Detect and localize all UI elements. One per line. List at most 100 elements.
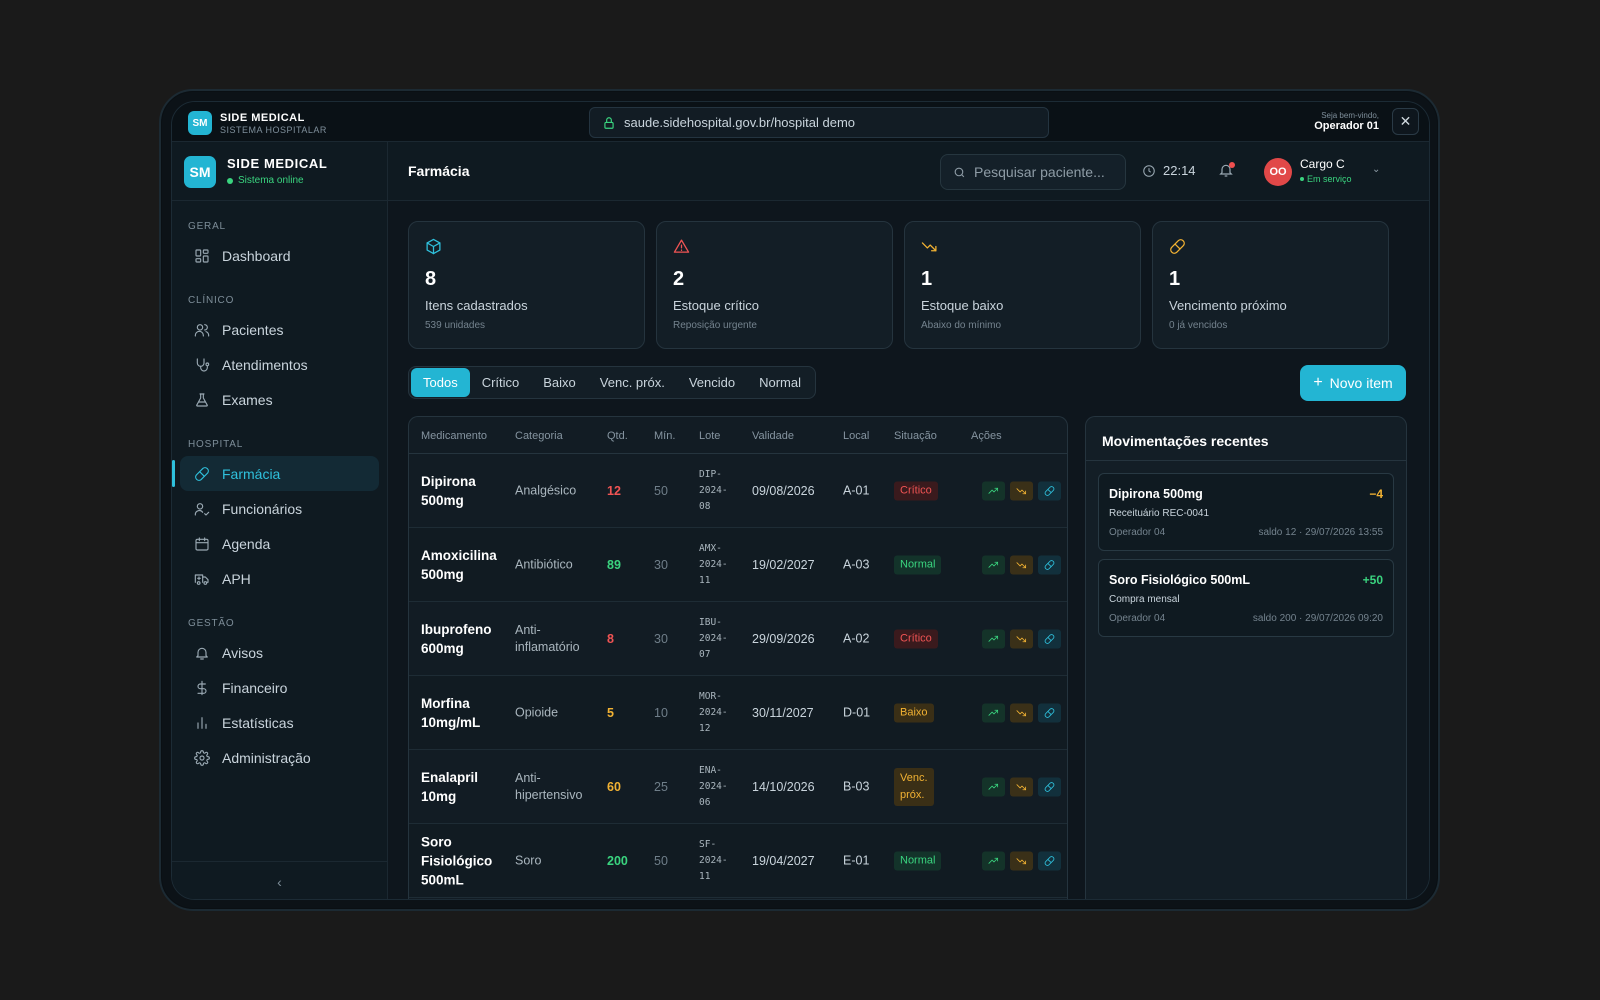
sidebar-item-funcionarios[interactable]: Funcionários [180,491,379,526]
user-menu[interactable]: Cargo C Em serviço [1300,157,1352,184]
location: A-03 [843,557,870,571]
stock-out-button[interactable] [1010,777,1033,796]
sidebar-item-avisos[interactable]: Avisos [180,635,379,670]
minimum: 10 [654,705,668,720]
status-badge: Normal [894,555,942,574]
sidebar-item-estatisticas[interactable]: Estatísticas [180,705,379,740]
avatar[interactable]: OO [1264,158,1292,186]
column-header[interactable]: Qtd. [607,430,628,442]
table-row[interactable]: Amoxicilina 500mg Antibiótico 89 30 AMX-2024… [409,528,1067,602]
trending-down-icon [1016,783,1027,790]
sidebar-item-atendimentos[interactable]: Atendimentos [180,347,379,382]
stock-in-button[interactable] [982,481,1005,500]
minimum: 50 [654,483,668,498]
window-brand-sub: SISTEMA HOSPITALAR [220,125,327,135]
location: D-01 [843,705,871,719]
trending-down-icon [1016,857,1027,864]
trending-down-icon [1016,561,1027,568]
lot: IBU-2024-07 [699,616,728,660]
sidebar-item-farmacia[interactable]: Farmácia [172,456,379,491]
trending-down-icon [1016,709,1027,716]
column-header[interactable]: Validade [752,430,794,442]
stock-out-button[interactable] [1010,481,1033,500]
search-placeholder: Pesquisar paciente... [974,164,1105,180]
screen: SM SIDE MEDICAL SISTEMA HOSPITALAR saude… [171,101,1430,900]
lot: SF-2024-11 [699,838,728,882]
movement-qty: +50 [1362,573,1383,587]
tab-venc-prox[interactable]: Venc. próx. [588,368,677,397]
chevron-down-icon[interactable]: ⌄ [1372,164,1380,175]
dispense-button[interactable] [1038,629,1061,648]
column-header[interactable]: Local [843,430,869,442]
column-header[interactable]: Situação [894,430,937,442]
quantity: 5 [607,705,614,720]
dispense-button[interactable] [1038,481,1061,500]
new-item-label: Novo item [1329,375,1393,391]
tab-todos[interactable]: Todos [411,368,470,397]
column-header[interactable]: Mín. [654,430,675,442]
sidebar-item-dashboard[interactable]: Dashboard [180,238,379,273]
search-input[interactable]: Pesquisar paciente... [940,154,1126,190]
sidebar-item-label: Dashboard [222,247,291,264]
movement-item[interactable]: Soro Fisiológico 500mL +50 Compra mensal Op… [1098,559,1394,637]
stock-in-button[interactable] [982,555,1005,574]
clock: 22:14 [1142,163,1196,178]
new-item-button[interactable]: + Novo item [1300,365,1406,401]
stock-out-button[interactable] [1010,629,1033,648]
row-actions [982,851,1066,870]
status-badge: Crítico [894,481,938,500]
stock-in-button[interactable] [982,703,1005,722]
sidebar-item-agenda[interactable]: Agenda [180,526,379,561]
expiry-date: 19/04/2027 [752,853,815,868]
stock-out-button[interactable] [1010,703,1033,722]
stat-card-critico: 2 Estoque crítico Reposição urgente [656,221,893,349]
movements-title: Movimentações recentes [1102,433,1269,449]
movement-item[interactable]: Dipirona 500mg −4 Receituário REC-0041 Oper… [1098,473,1394,551]
column-header[interactable]: Medicamento [421,430,487,442]
stock-in-button[interactable] [982,851,1005,870]
sidebar-item-administracao[interactable]: Administração [180,740,379,775]
sidebar-item-pacientes[interactable]: Pacientes [180,312,379,347]
dispense-button[interactable] [1038,703,1061,722]
column-header[interactable]: Categoria [515,430,563,442]
tab-baixo[interactable]: Baixo [531,368,588,397]
table-row[interactable]: Soro Fisiológico 500mL Soro 200 50 SF-2024-1… [409,824,1067,898]
page-title: Farmácia [408,163,470,179]
address-bar[interactable]: saude.sidehospital.gov.br/hospital demo [589,107,1049,138]
dispense-button[interactable] [1038,851,1061,870]
section-geral: GERAL [188,221,226,232]
sidebar-item-label: APH [222,570,251,587]
welcome: Seja bem-vindo, Operador 01 [1314,111,1379,132]
stat-value: 2 [673,268,685,290]
minimum: 30 [654,557,668,572]
stat-label: Itens cadastrados [425,298,528,313]
welcome-user: Operador 01 [1314,120,1379,132]
column-header[interactable]: Lote [699,430,720,442]
movement-desc: Compra mensal [1109,594,1180,605]
stock-in-button[interactable] [982,629,1005,648]
stock-out-button[interactable] [1010,851,1033,870]
sidebar-collapse-button[interactable]: ‹ [172,861,387,899]
close-button[interactable]: ✕ [1392,108,1419,135]
dispense-button[interactable] [1038,777,1061,796]
table-row[interactable]: Dipirona 500mg Analgésico 12 50 DIP-2024-08 0… [409,454,1067,528]
window-topbar: SM SIDE MEDICAL SISTEMA HOSPITALAR saude… [172,102,1429,142]
table-row[interactable]: Morfina 10mg/mL Opioide 5 10 MOR-2024-12 30/1… [409,676,1067,750]
notifications-button[interactable] [1218,162,1235,179]
section-gestao: GESTÃO [188,618,235,629]
medication-name: Morfina 10mg/mL [421,695,481,730]
tab-vencido[interactable]: Vencido [677,368,747,397]
dispense-button[interactable] [1038,555,1061,574]
tab-normal[interactable]: Normal [747,368,813,397]
table-row[interactable]: Ibuprofeno 600mg Anti-inflamatório 8 30 IBU-… [409,602,1067,676]
stock-in-button[interactable] [982,777,1005,796]
sidebar-item-aph[interactable]: APH [180,561,379,596]
category: Anti-hipertensivo [515,770,583,802]
table-row[interactable]: Enalapril 10mg Anti-hipertensivo 60 25 ENA-2… [409,750,1067,824]
sidebar-item-exames[interactable]: Exames [180,382,379,417]
quantity: 89 [607,557,621,572]
sidebar-item-financeiro[interactable]: Financeiro [180,670,379,705]
tab-critico[interactable]: Crítico [470,368,532,397]
category: Soro [515,853,542,867]
stock-out-button[interactable] [1010,555,1033,574]
